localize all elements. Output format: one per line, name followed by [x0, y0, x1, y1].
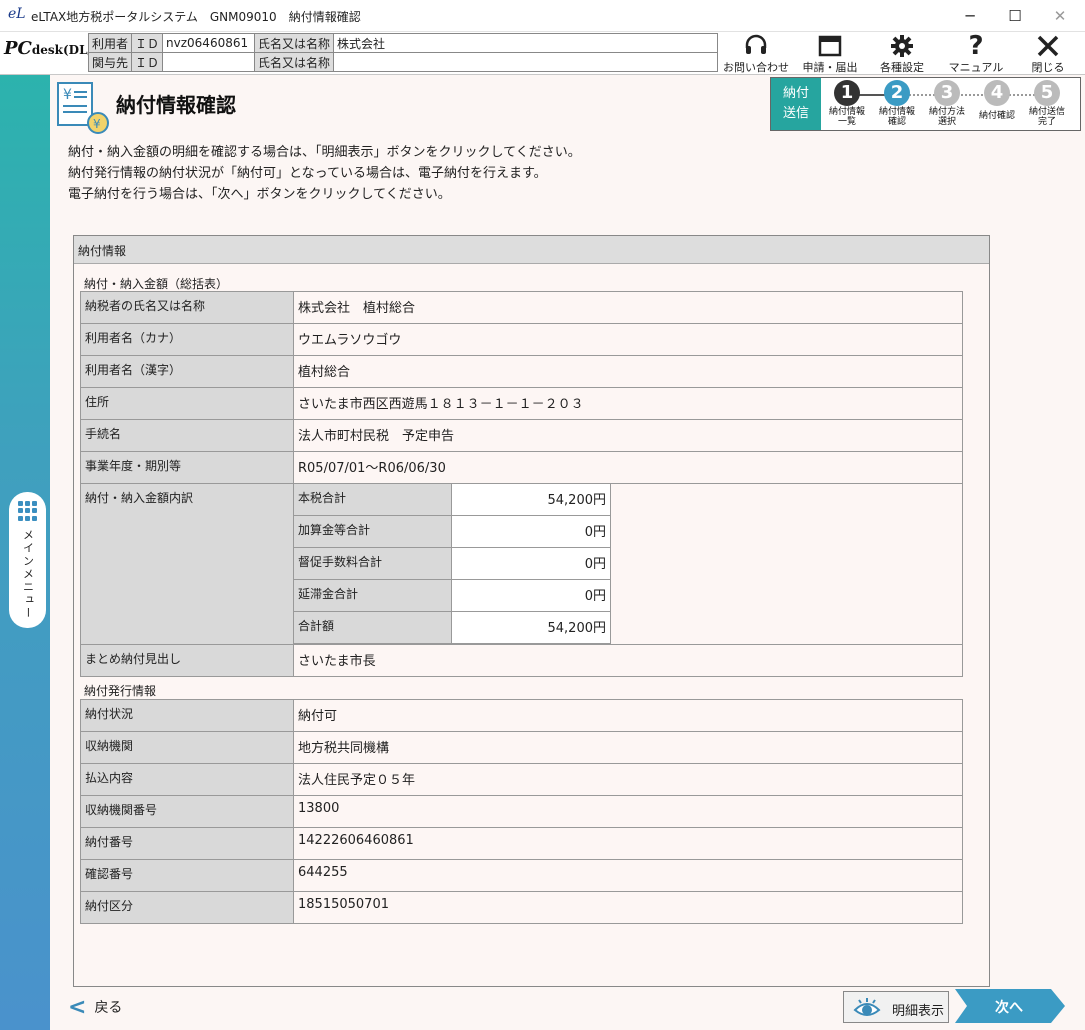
user-name-value: 株式会社 — [333, 33, 719, 53]
assoc-label: 関与先 — [87, 52, 133, 72]
window-title: eLTAX地方税ポータルシステム GNM09010 納付情報確認 — [31, 10, 361, 24]
main-menu-tab[interactable]: メインメニュー — [9, 492, 46, 628]
grid-icon — [17, 501, 38, 521]
table-row: 払込内容 法人住民予定０５年 — [80, 763, 963, 796]
table-row: 手続名 法人市町村民税 予定申告 — [80, 419, 963, 452]
step-5: 5 納付送信 完了 — [1028, 80, 1065, 127]
detail-view-button[interactable]: 明細表示 — [843, 991, 949, 1023]
apply-button[interactable]: 申請・届出 — [800, 33, 860, 75]
user-id-label: ＩＤ — [131, 33, 164, 53]
step-3: 3 納付方法 選択 — [928, 80, 965, 127]
table-row: 納付区分 18515050701 — [80, 891, 963, 924]
window-close-button[interactable]: ✕ — [1045, 4, 1075, 28]
contact-button[interactable]: お問い合わせ — [722, 33, 790, 75]
page-title: 納付情報確認 — [116, 93, 236, 117]
summary-table: 納税者の氏名又は名称 株式会社 植村総合 利用者名（カナ） ウエムラソウゴウ 利用者… — [80, 291, 963, 677]
close-icon — [1037, 35, 1059, 57]
window-icon — [818, 35, 842, 57]
breakdown-table: 本税合計 54,200円 加算金等合計 0円 督促手数料合計 0円 延滞金合計 0円 合… — [293, 483, 611, 644]
progress-steps: 納付 送信 1 納付情報 一覧 2 納付情報 確認 3 納付方法 選択 4 納付確認 5… — [770, 77, 1081, 131]
user-info-table: 利用者 ＩＤ nvz06460861 氏名又は名称 株式会社 関与先 ＩＤ 氏名… — [87, 33, 719, 72]
table-row: 収納機関 地方税共同機構 — [80, 731, 963, 764]
main-menu-label: メインメニュー — [21, 529, 35, 620]
panel-heading: 納付情報 — [74, 236, 989, 264]
user-id-value: nvz06460861 — [162, 33, 256, 53]
headset-icon — [745, 34, 767, 54]
settings-button[interactable]: 各種設定 — [873, 33, 931, 75]
payment-document-icon: ¥ ¥ — [57, 82, 109, 134]
issue-section-title: 納付発行情報 — [84, 684, 157, 698]
svg-text:¥: ¥ — [93, 117, 101, 131]
table-row: 事業年度・期別等 R05/07/01～R06/06/30 — [80, 451, 963, 484]
page-description: 納付・納入金額の明細を確認する場合は、「明細表示」ボタンをクリックしてください。… — [68, 145, 581, 202]
left-rail: メインメニュー — [0, 75, 50, 1030]
maximize-button[interactable]: ☐ — [1000, 4, 1030, 28]
app-header: PCdesk(DL版) 利用者 ＩＤ nvz06460861 氏名又は名称 株式… — [0, 32, 1085, 75]
table-row: 収納機関番号 13800 — [80, 795, 963, 828]
step-2: 2 納付情報 確認 — [878, 80, 915, 127]
eltax-logo-icon: eL — [8, 6, 26, 22]
manual-button[interactable]: ? マニュアル — [944, 33, 1008, 75]
table-row: 納税者の氏名又は名称 株式会社 植村総合 — [80, 291, 963, 324]
assoc-name-value — [333, 52, 719, 72]
table-row: 利用者名（カナ） ウエムラソウゴウ — [80, 323, 963, 356]
minimize-button[interactable]: ─ — [955, 4, 985, 28]
gear-icon — [891, 35, 913, 57]
svg-text:¥: ¥ — [63, 87, 72, 103]
payment-send-badge: 納付 送信 — [771, 78, 821, 130]
table-row: 納付番号 14222606460861 — [80, 827, 963, 860]
user-name-label: 氏名又は名称 — [254, 33, 335, 53]
eye-icon — [853, 998, 881, 1016]
payment-info-panel: 納付情報 納付・納入金額（総括表） 納税者の氏名又は名称 株式会社 植村総合 利用… — [73, 235, 990, 987]
window-titlebar: eL eLTAX地方税ポータルシステム GNM09010 納付情報確認 ─ ☐ … — [0, 0, 1085, 32]
table-row: 住所 さいたま市西区西遊馬１８１３－１－１－２０３ — [80, 387, 963, 420]
step-4: 4 納付確認 — [978, 80, 1015, 121]
issue-table: 納付状況 納付可 収納機関 地方税共同機構 払込内容 法人住民予定０５年 収納機関番号… — [80, 699, 963, 924]
assoc-id-label: ＩＤ — [131, 52, 164, 72]
summary-section-title: 納付・納入金額（総括表） — [84, 277, 229, 291]
assoc-name-label: 氏名又は名称 — [254, 52, 335, 72]
chevron-left-icon: < — [68, 995, 87, 1020]
table-row: 納付状況 納付可 — [80, 699, 963, 732]
next-button[interactable]: 次へ — [955, 989, 1065, 1023]
breakdown-row: 納付・納入金額内訳 本税合計 54,200円 加算金等合計 0円 督促手数料合計 0円… — [80, 483, 963, 645]
table-row: 確認番号 644255 — [80, 859, 963, 892]
step-1: 1 納付情報 一覧 — [828, 80, 865, 127]
question-icon: ? — [968, 31, 984, 61]
back-button[interactable]: < 戻る — [68, 995, 122, 1020]
table-row: まとめ納付見出し さいたま市長 — [80, 644, 963, 677]
main-content: ¥ ¥ 納付情報確認 納付 送信 1 納付情報 一覧 2 納付情報 確認 3 納付方法… — [50, 75, 1085, 1030]
user-label: 利用者 — [87, 33, 133, 53]
assoc-id-value — [162, 52, 256, 72]
close-app-button[interactable]: 閉じる — [1022, 33, 1074, 75]
table-row: 利用者名（漢字） 植村総合 — [80, 355, 963, 388]
